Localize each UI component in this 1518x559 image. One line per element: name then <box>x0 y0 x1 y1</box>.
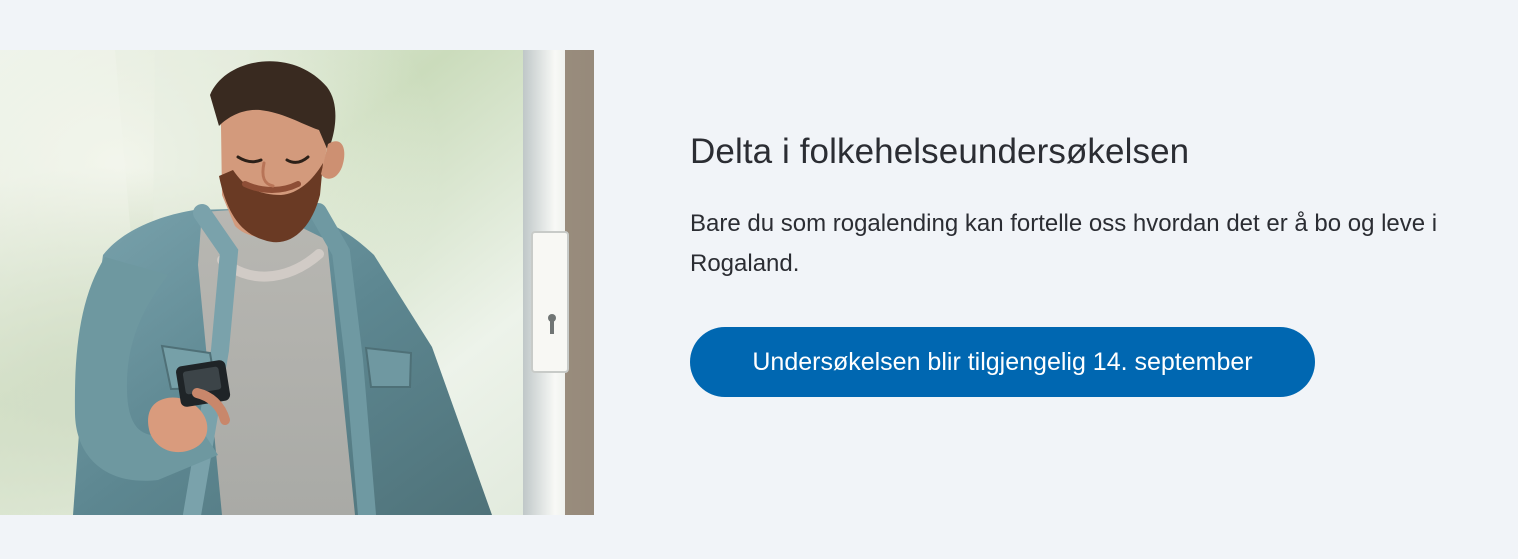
photo-illustration <box>0 50 594 515</box>
man-looking-at-phone-photo <box>0 50 594 515</box>
invitation-text-line-1: Bare du som rogalending kan fortelle oss… <box>690 210 1438 237</box>
survey-hero: Delta i folkehelseundersøkelsen Bare du … <box>0 0 1518 559</box>
survey-availability-button[interactable]: Undersøkelsen blir tilgjengelig 14. sept… <box>690 327 1315 397</box>
invitation-text: Bare du som rogalending kan fortelle oss… <box>690 204 1518 284</box>
page-title: Delta i folkehelseundersøkelsen <box>690 132 1190 171</box>
invitation-text-line-2: Rogaland. <box>690 250 800 277</box>
survey-invitation: Delta i folkehelseundersøkelsen Bare du … <box>690 128 1518 397</box>
